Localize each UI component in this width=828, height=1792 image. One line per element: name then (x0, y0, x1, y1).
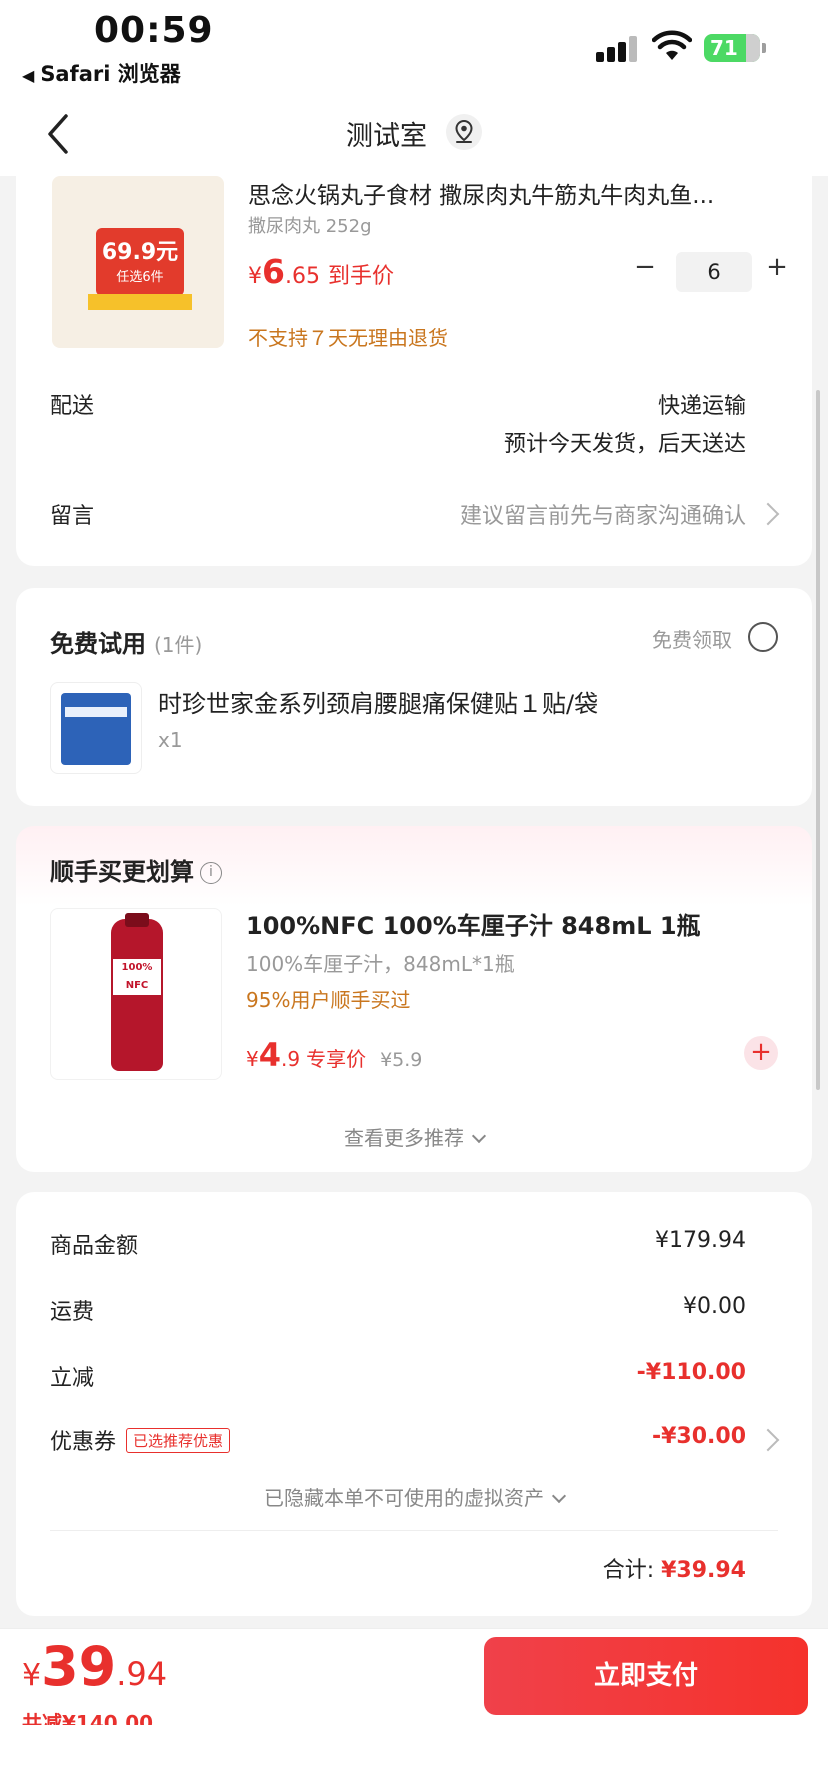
order-total: 合计: ¥39.94 (602, 1558, 746, 1583)
add-on-item-spec: 100%车厘子汁，848mL*1瓶 (246, 952, 515, 976)
home-indicator-area (0, 1725, 828, 1792)
hidden-assets-toggle[interactable]: 已隐藏本单不可使用的虚拟资产 (16, 1482, 812, 1511)
back-app-label: Safari 浏览器 (40, 62, 181, 86)
checkout-price: ¥39.94 (22, 1635, 168, 1698)
checkout-bar: ¥39.94 共减¥140.00 立即支付 (0, 1628, 828, 1792)
discount-value: -¥110.00 (636, 1360, 746, 1385)
product-image-badge: 69.9元 任选6件 (96, 228, 184, 296)
chevron-down-icon (551, 1488, 567, 1504)
status-bar: 00:59 ◀ Safari 浏览器 71 (0, 0, 828, 92)
trial-item-qty: x1 (158, 728, 183, 752)
delivery-method: 快递运输 (657, 394, 746, 419)
free-trial-title: 免费试用 (1件) (50, 630, 203, 658)
battery-icon: 71 (704, 34, 766, 62)
coupon-label: 优惠券 已选推荐优惠 (50, 1424, 231, 1456)
coupon-tag: 已选推荐优惠 (126, 1428, 231, 1453)
pay-now-button[interactable]: 立即支付 (484, 1637, 808, 1715)
delivery-label: 配送 (50, 394, 95, 419)
return-policy-note: 不支持７天无理由退货 (248, 326, 448, 350)
shipping-label: 运费 (50, 1300, 95, 1325)
cellular-signal-icon (596, 36, 640, 62)
add-on-item-price: ¥4.9 专享价 ¥5.9 (246, 1036, 423, 1074)
trial-item-name[interactable]: 时珍世家金系列颈肩腰腿痛保健贴１贴/袋 (158, 684, 598, 719)
back-arrow-icon[interactable] (44, 112, 74, 156)
delivery-eta: 预计今天发货，后天送达 (503, 432, 746, 457)
product-image[interactable]: 69.9元 任选6件 (52, 176, 224, 348)
add-on-item-image[interactable]: 100% NFC (50, 908, 222, 1080)
info-icon[interactable]: i (200, 862, 222, 884)
see-more-recommendations-button[interactable]: 查看更多推荐 (16, 1122, 812, 1151)
free-trial-card: 免费试用 (1件) 免费领取 时珍世家金系列颈肩腰腿痛保健贴１贴/袋 x1 (16, 588, 812, 806)
add-to-order-button[interactable]: + (744, 1036, 778, 1070)
product-spec[interactable]: 撒尿肉丸 252g (248, 212, 372, 238)
product-title[interactable]: 思念火锅丸子食材 撒尿肉丸牛筋丸牛肉丸鱼... (248, 176, 768, 210)
add-on-item-note: 95%用户顺手买过 (246, 988, 411, 1012)
chevron-right-icon (756, 502, 780, 526)
order-total-value: ¥39.94 (661, 1558, 746, 1583)
scrollbar[interactable] (816, 390, 820, 1090)
divider (50, 1530, 778, 1531)
quantity-input[interactable]: 6 (676, 252, 752, 292)
add-on-card: 顺手买更划算 i 100% NFC 100%NFC 100%车厘子汁 848mL … (16, 826, 812, 1172)
free-trial-count: (1件) (154, 633, 203, 657)
add-on-title: 顺手买更划算 i (50, 852, 222, 887)
coupon-value[interactable]: -¥30.00 (652, 1424, 746, 1449)
free-claim-radio[interactable] (748, 622, 778, 652)
chevron-right-icon (756, 1428, 780, 1452)
add-on-item-title[interactable]: 100%NFC 100%车厘子汁 848mL 1瓶 (246, 906, 701, 941)
message-input[interactable]: 建议留言前先与商家沟通确认 (460, 498, 746, 530)
discount-label: 立减 (50, 1366, 95, 1391)
subtotal-value: ¥179.94 (655, 1228, 746, 1253)
trial-item-image[interactable] (50, 682, 142, 774)
subtotal-label: 商品金额 (50, 1234, 139, 1259)
quantity-plus-button[interactable]: + (762, 252, 792, 282)
wifi-icon (652, 30, 692, 60)
back-to-app-link[interactable]: ◀ Safari 浏览器 (22, 58, 181, 88)
nav-bar: 测试室 (0, 92, 828, 176)
battery-level: 71 (710, 36, 738, 60)
status-time: 00:59 (94, 10, 214, 51)
chevron-down-icon (471, 1128, 487, 1144)
price-summary-card: 商品金额 ¥179.94 运费 ¥0.00 立减 -¥110.00 优惠券 已选推… (16, 1192, 812, 1616)
add-on-original-price: ¥5.9 (380, 1049, 423, 1071)
order-item-card: 69.9元 任选6件 思念火锅丸子食材 撒尿肉丸牛筋丸牛肉丸鱼... 撒尿肉丸 … (16, 176, 812, 566)
juice-bottle-image: 100% NFC (111, 913, 163, 1071)
page-title: 测试室 (346, 121, 427, 152)
shipping-value: ¥0.00 (683, 1294, 746, 1319)
product-price: ¥6.65 到手价 (248, 252, 394, 291)
quantity-minus-button[interactable]: − (630, 252, 660, 282)
location-pin-icon[interactable] (446, 114, 482, 150)
message-label: 留言 (50, 504, 95, 529)
back-triangle-icon: ◀ (22, 66, 35, 85)
free-claim-label[interactable]: 免费领取 (652, 624, 732, 653)
